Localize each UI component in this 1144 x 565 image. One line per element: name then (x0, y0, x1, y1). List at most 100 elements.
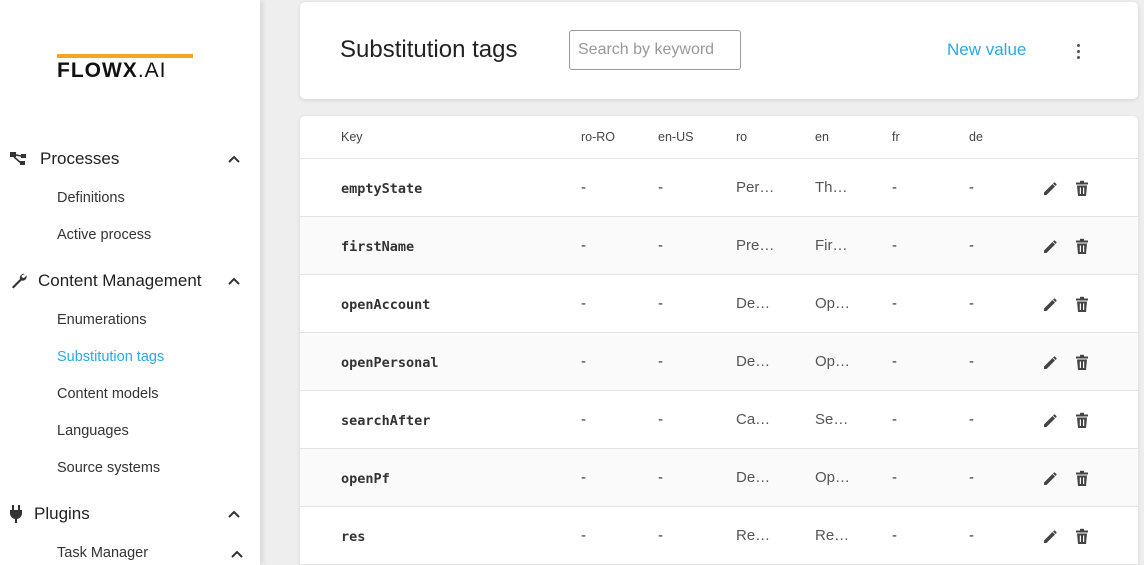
sidebar-item-languages[interactable]: Languages (57, 422, 129, 440)
row-key: firstName (341, 239, 415, 255)
row-value-en: Fir… (815, 237, 848, 254)
row-value-fr: - (892, 527, 897, 544)
row-value-en: Op… (815, 469, 851, 486)
row-value-de: - (969, 527, 974, 544)
chevron-up-icon[interactable] (230, 546, 246, 560)
row-value-de: - (969, 469, 974, 486)
row-value-en-us: - (658, 411, 663, 428)
table-row[interactable]: openPf - - De… Op… - - (300, 449, 1138, 507)
row-value-fr: - (892, 469, 897, 486)
row-value-ro: Ca… (736, 411, 771, 428)
row-value-ro: De… (736, 295, 771, 312)
substitution-tags-table: Key ro-RO en-US ro en fr de emptyState - -… (300, 116, 1138, 565)
row-value-fr: - (892, 411, 897, 428)
row-key: res (341, 529, 366, 545)
row-value-ro: De… (736, 469, 771, 486)
column-header-key: Key (341, 130, 363, 144)
edit-pencil-icon[interactable] (1041, 237, 1059, 255)
row-value-ro: Per… (736, 179, 775, 196)
header-card: Substitution tags New value (300, 2, 1138, 99)
row-value-en-us: - (658, 527, 663, 544)
row-value-de: - (969, 179, 974, 196)
edit-pencil-icon[interactable] (1041, 469, 1059, 487)
row-value-ro-ro: - (581, 469, 586, 486)
table-row[interactable]: openAccount - - De… Op… - - (300, 275, 1138, 333)
row-value-ro-ro: - (581, 179, 586, 196)
edit-pencil-icon[interactable] (1041, 411, 1059, 429)
row-value-en-us: - (658, 295, 663, 312)
row-value-en: Op… (815, 295, 851, 312)
row-value-en: Se… (815, 411, 849, 428)
more-vert-icon[interactable] (1071, 40, 1085, 62)
plug-icon (6, 504, 26, 524)
row-key: openPf (341, 471, 390, 487)
edit-pencil-icon[interactable] (1041, 295, 1059, 313)
delete-trash-icon[interactable] (1073, 179, 1091, 197)
row-value-en-us: - (658, 353, 663, 370)
row-value-ro-ro: - (581, 237, 586, 254)
table-header: Key ro-RO en-US ro en fr de (300, 116, 1138, 159)
new-value-button[interactable]: New value (947, 40, 1026, 60)
row-value-en-us: - (658, 237, 663, 254)
row-value-de: - (969, 353, 974, 370)
sidebar-item-active-process[interactable]: Active process (57, 226, 151, 244)
row-value-ro-ro: - (581, 411, 586, 428)
sidebar-item-content-models[interactable]: Content models (57, 385, 159, 403)
row-value-en: Re… (815, 527, 850, 544)
row-key: openAccount (341, 297, 431, 313)
search-input[interactable] (569, 30, 741, 70)
delete-trash-icon[interactable] (1073, 237, 1091, 255)
delete-trash-icon[interactable] (1073, 353, 1091, 371)
edit-pencil-icon[interactable] (1041, 179, 1059, 197)
flow-icon (9, 149, 29, 169)
row-value-ro: Re… (736, 527, 771, 544)
row-value-ro-ro: - (581, 527, 586, 544)
column-header-de: de (969, 130, 983, 144)
column-header-en: en (815, 130, 829, 144)
table-row[interactable]: searchAfter - - Ca… Se… - - (300, 391, 1138, 449)
row-key: emptyState (341, 181, 423, 197)
sidebar-item-source-systems[interactable]: Source systems (57, 459, 160, 477)
chevron-up-icon[interactable] (226, 273, 242, 289)
row-value-de: - (969, 237, 974, 254)
column-header-ro: ro (736, 130, 748, 144)
sidebar-item-enumerations[interactable]: Enumerations (57, 311, 146, 329)
sidebar-item-substitution-tags[interactable]: Substitution tags (57, 348, 164, 366)
delete-trash-icon[interactable] (1073, 469, 1091, 487)
row-value-de: - (969, 411, 974, 428)
row-value-fr: - (892, 237, 897, 254)
table-row[interactable]: emptyState - - Per… Th… - - (300, 159, 1138, 217)
sidebar-section-content-management[interactable]: Content Management (0, 266, 260, 296)
chevron-up-icon[interactable] (226, 506, 242, 522)
logo-text-bold: FLOWX (57, 59, 138, 82)
delete-trash-icon[interactable] (1073, 527, 1091, 545)
row-value-ro: Pre… (736, 237, 775, 254)
sidebar-section-plugins[interactable]: Plugins (0, 499, 260, 529)
flowx-logo: FLOWX.AI (57, 54, 193, 82)
edit-pencil-icon[interactable] (1041, 527, 1059, 545)
edit-pencil-icon[interactable] (1041, 353, 1059, 371)
logo-text-light: .AI (137, 59, 167, 82)
row-value-ro-ro: - (581, 295, 586, 312)
sidebar-item-definitions[interactable]: Definitions (57, 189, 125, 207)
logo-accent-bar (57, 54, 193, 58)
sidebar-item-task-manager[interactable]: Task Manager (57, 544, 148, 562)
delete-trash-icon[interactable] (1073, 295, 1091, 313)
column-header-fr: fr (892, 130, 900, 144)
sidebar-section-label: Plugins (34, 504, 90, 523)
sidebar: FLOWX.AI Processes Definitions Active pr… (0, 0, 260, 565)
table-row[interactable]: firstName - - Pre… Fir… - - (300, 217, 1138, 275)
table-row[interactable]: res - - Re… Re… - - (300, 507, 1138, 565)
row-value-en-us: - (658, 469, 663, 486)
chevron-up-icon[interactable] (226, 151, 242, 167)
row-value-en: Th… (815, 179, 848, 196)
column-header-en-us: en-US (658, 130, 694, 144)
row-value-ro-ro: - (581, 353, 586, 370)
table-row[interactable]: openPersonal - - De… Op… - - (300, 333, 1138, 391)
row-key: searchAfter (341, 413, 431, 429)
sidebar-section-processes[interactable]: Processes (0, 144, 260, 174)
row-value-de: - (969, 295, 974, 312)
delete-trash-icon[interactable] (1073, 411, 1091, 429)
row-value-fr: - (892, 353, 897, 370)
row-value-en-us: - (658, 179, 663, 196)
